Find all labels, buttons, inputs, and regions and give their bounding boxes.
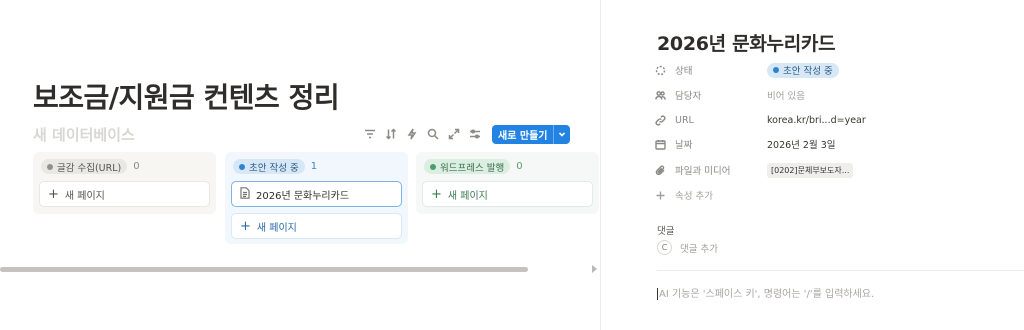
- horizontal-scrollbar[interactable]: [0, 267, 528, 272]
- status-dot: [430, 163, 436, 170]
- property-label: 날짜: [675, 140, 693, 151]
- paperclip-icon: [655, 165, 665, 175]
- filter-icon[interactable]: [360, 125, 379, 144]
- add-comment-label: 댓글 추가: [680, 243, 718, 255]
- ai-hint-text: AI 기능은 '스페이스 키', 명령어는 '/'를 입력하세요.: [659, 289, 875, 300]
- property-date[interactable]: 날짜 2026년 2월 3일: [655, 135, 1015, 153]
- column-count: 1: [310, 161, 318, 172]
- page-card-title: 2026년 문화누리카드: [256, 190, 350, 202]
- people-icon: [655, 90, 666, 100]
- calendar-icon: [655, 139, 666, 150]
- page-icon: [240, 186, 250, 202]
- database-toolbar: 새로 만들기: [360, 124, 571, 144]
- board-column-collect: 글감 수집(URL) 0 + 새 페이지: [33, 152, 216, 214]
- search-icon[interactable]: [423, 125, 442, 144]
- sort-icon[interactable]: [381, 125, 400, 144]
- property-key: URL: [655, 115, 767, 126]
- link-icon: [655, 115, 666, 125]
- column-count: 0: [133, 161, 140, 172]
- lightning-icon[interactable]: [402, 125, 421, 144]
- property-url[interactable]: URL korea.kr/bri...d=year: [655, 111, 1015, 129]
- text-caret: [657, 288, 658, 300]
- property-key: 속성 추가: [655, 188, 767, 202]
- property-label: 상태: [675, 66, 693, 77]
- status-dot: [239, 163, 245, 170]
- property-assignee[interactable]: 담당자 비어 있음: [655, 86, 1015, 104]
- column-header[interactable]: 글감 수집(URL) 0: [39, 158, 210, 175]
- add-comment-button[interactable]: C 댓글 추가: [657, 240, 718, 255]
- new-button[interactable]: 새로 만들기: [492, 124, 571, 144]
- url-value[interactable]: korea.kr/bri...d=year: [767, 115, 866, 126]
- add-page-button[interactable]: + 새 페이지: [231, 213, 402, 239]
- status-label: 초안 작성 중: [249, 162, 299, 174]
- database-name[interactable]: 새 데이터베이스: [33, 124, 135, 145]
- editor-placeholder[interactable]: AI 기능은 '스페이스 키', 명령어는 '/'를 입력하세요.: [657, 285, 874, 300]
- page-title: 보조금/지원금 컨텐츠 정리: [33, 81, 340, 114]
- plus-icon: +: [240, 218, 251, 234]
- avatar: C: [657, 240, 672, 255]
- comments-heading: 댓글: [657, 226, 675, 237]
- status-tag: 글감 수집(URL): [41, 159, 128, 174]
- column-header[interactable]: 워드프레스 발행 0: [422, 158, 593, 175]
- settings-icon[interactable]: [465, 125, 484, 144]
- add-property-label: 속성 추가: [675, 191, 713, 202]
- board-column-published: 워드프레스 발행 0 + 새 페이지: [416, 152, 599, 214]
- add-page-label: 새 페이지: [256, 222, 297, 234]
- property-key: 담당자: [655, 88, 767, 102]
- status-icon: [655, 65, 666, 75]
- property-label: 파일과 미디어: [675, 166, 731, 177]
- board-view: 보조금/지원금 컨텐츠 정리 새 데이터베이스 새로 만들기 글감 수집(URL…: [0, 0, 600, 330]
- expand-icon[interactable]: [444, 125, 463, 144]
- status-dot: [773, 67, 779, 73]
- add-page-label: 새 페이지: [64, 190, 105, 202]
- status-tag: 초안 작성 중: [233, 159, 305, 174]
- divider: [657, 270, 1024, 271]
- peek-page-title[interactable]: 2026년 문화누리카드: [657, 29, 836, 56]
- status-tag[interactable]: 초안 작성 중: [767, 62, 839, 78]
- add-property-button[interactable]: 속성 추가: [655, 186, 1015, 204]
- property-status[interactable]: 상태 초안 작성 중: [655, 61, 1015, 79]
- property-key: 날짜: [655, 137, 767, 151]
- plus-icon: [656, 191, 665, 199]
- file-chip[interactable]: [0202]문체부보도자...: [767, 162, 854, 178]
- status-label: 글감 수집(URL): [57, 162, 122, 174]
- peek-panel: 2026년 문화누리카드 상태 초안 작성 중 담당자 비어 있음 URL ko…: [600, 0, 1024, 330]
- plus-icon: +: [431, 186, 442, 202]
- property-label: URL: [675, 114, 694, 126]
- status-label: 워드프레스 발행: [440, 162, 505, 174]
- add-page-label: 새 페이지: [447, 190, 488, 202]
- property-label: 담당자: [675, 91, 702, 102]
- status-tag: 워드프레스 발행: [424, 159, 511, 174]
- page-card[interactable]: 2026년 문화누리카드: [231, 181, 402, 207]
- add-page-button[interactable]: + 새 페이지: [39, 181, 210, 207]
- new-button-label[interactable]: 새로 만들기: [492, 127, 553, 142]
- property-key: 파일과 미디어: [655, 163, 767, 177]
- status-value: 초안 작성 중: [783, 66, 833, 77]
- column-count: 0: [516, 161, 523, 172]
- property-key: 상태: [655, 63, 767, 77]
- property-files[interactable]: 파일과 미디어 [0202]문체부보도자...: [655, 161, 1015, 179]
- status-dot: [47, 163, 53, 170]
- chevron-down-icon[interactable]: [554, 130, 570, 138]
- add-page-button[interactable]: + 새 페이지: [422, 181, 593, 207]
- property-value: 비어 있음: [767, 91, 805, 102]
- board-column-drafting: 초안 작성 중 1 2026년 문화누리카드 + 새 페이지: [225, 152, 408, 244]
- column-header[interactable]: 초안 작성 중 1: [231, 158, 402, 175]
- plus-icon: +: [48, 186, 59, 202]
- property-value: 2026년 2월 3일: [767, 140, 836, 151]
- scroll-right-arrow-icon[interactable]: [592, 265, 597, 273]
